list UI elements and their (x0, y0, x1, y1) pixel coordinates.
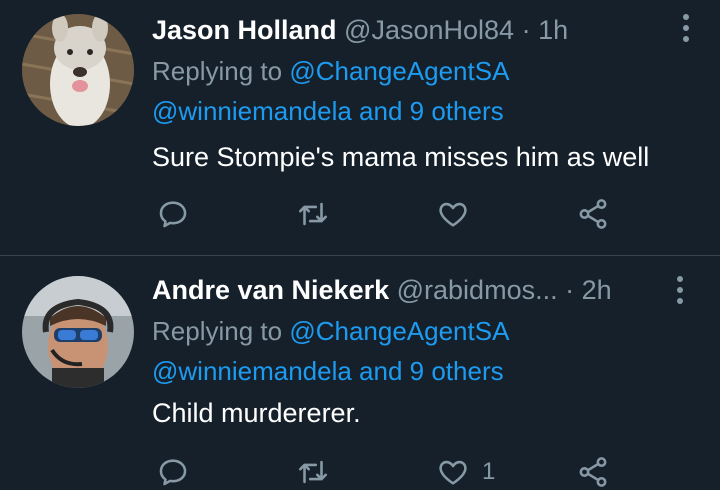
tweet-text: Sure Stompie's mama misses him as well (152, 142, 650, 172)
tweet-header: Jason Holland @JasonHol84 · 1h (152, 10, 568, 50)
retweet-button[interactable] (296, 196, 330, 232)
reply-button[interactable] (156, 454, 190, 490)
like-icon (439, 460, 467, 485)
author-handle[interactable]: @rabidmos... (397, 275, 558, 305)
more-options-icon[interactable] (682, 14, 690, 42)
retweet-icon (298, 202, 328, 226)
timestamp[interactable]: 2h (582, 275, 612, 305)
reply-to-others[interactable]: @winniemandela and 9 others (152, 354, 504, 388)
share-button[interactable] (576, 454, 610, 490)
retweet-button[interactable] (296, 454, 330, 490)
replying-to-label: Replying to (152, 316, 283, 346)
reply-to-mention[interactable]: @ChangeAgentSA (289, 316, 509, 346)
share-icon (579, 457, 607, 487)
replying-to-line: Replying to @ChangeAgentSA (152, 314, 509, 348)
like-count: 1 (482, 458, 496, 485)
like-icon (439, 202, 467, 227)
author-handle[interactable]: @JasonHol84 (344, 15, 514, 45)
avatar[interactable] (22, 14, 134, 126)
reply-icon (159, 459, 187, 486)
tweet-actions: 1 (152, 454, 622, 490)
like-button[interactable] (436, 196, 482, 232)
timestamp[interactable]: 1h (538, 15, 568, 45)
share-icon (579, 199, 607, 229)
author-name[interactable]: Jason Holland (152, 15, 337, 45)
like-button[interactable]: 1 (436, 454, 495, 490)
reply-to-others[interactable]: @winniemandela and 9 others (152, 94, 504, 128)
share-button[interactable] (576, 196, 610, 232)
reply-to-mention[interactable]: @ChangeAgentSA (289, 56, 509, 86)
separator-dot: · (521, 15, 531, 45)
reply-button[interactable] (156, 196, 190, 232)
tweet-actions (152, 196, 622, 232)
tweet-text: Child murdererer. (152, 398, 361, 428)
more-options-icon[interactable] (676, 276, 684, 304)
reply-icon (159, 201, 187, 228)
tweet[interactable]: Jason Holland @JasonHol84 · 1h Replying … (0, 0, 720, 255)
tweet[interactable]: Andre van Niekerk @rabidmos... · 2h Repl… (0, 256, 720, 490)
separator-dot: · (565, 275, 575, 305)
avatar[interactable] (22, 276, 134, 388)
replying-to-line: Replying to @ChangeAgentSA (152, 54, 509, 88)
author-name[interactable]: Andre van Niekerk (152, 275, 389, 305)
replying-to-label: Replying to (152, 56, 283, 86)
retweet-icon (298, 460, 328, 484)
tweet-header: Andre van Niekerk @rabidmos... · 2h (152, 270, 612, 310)
